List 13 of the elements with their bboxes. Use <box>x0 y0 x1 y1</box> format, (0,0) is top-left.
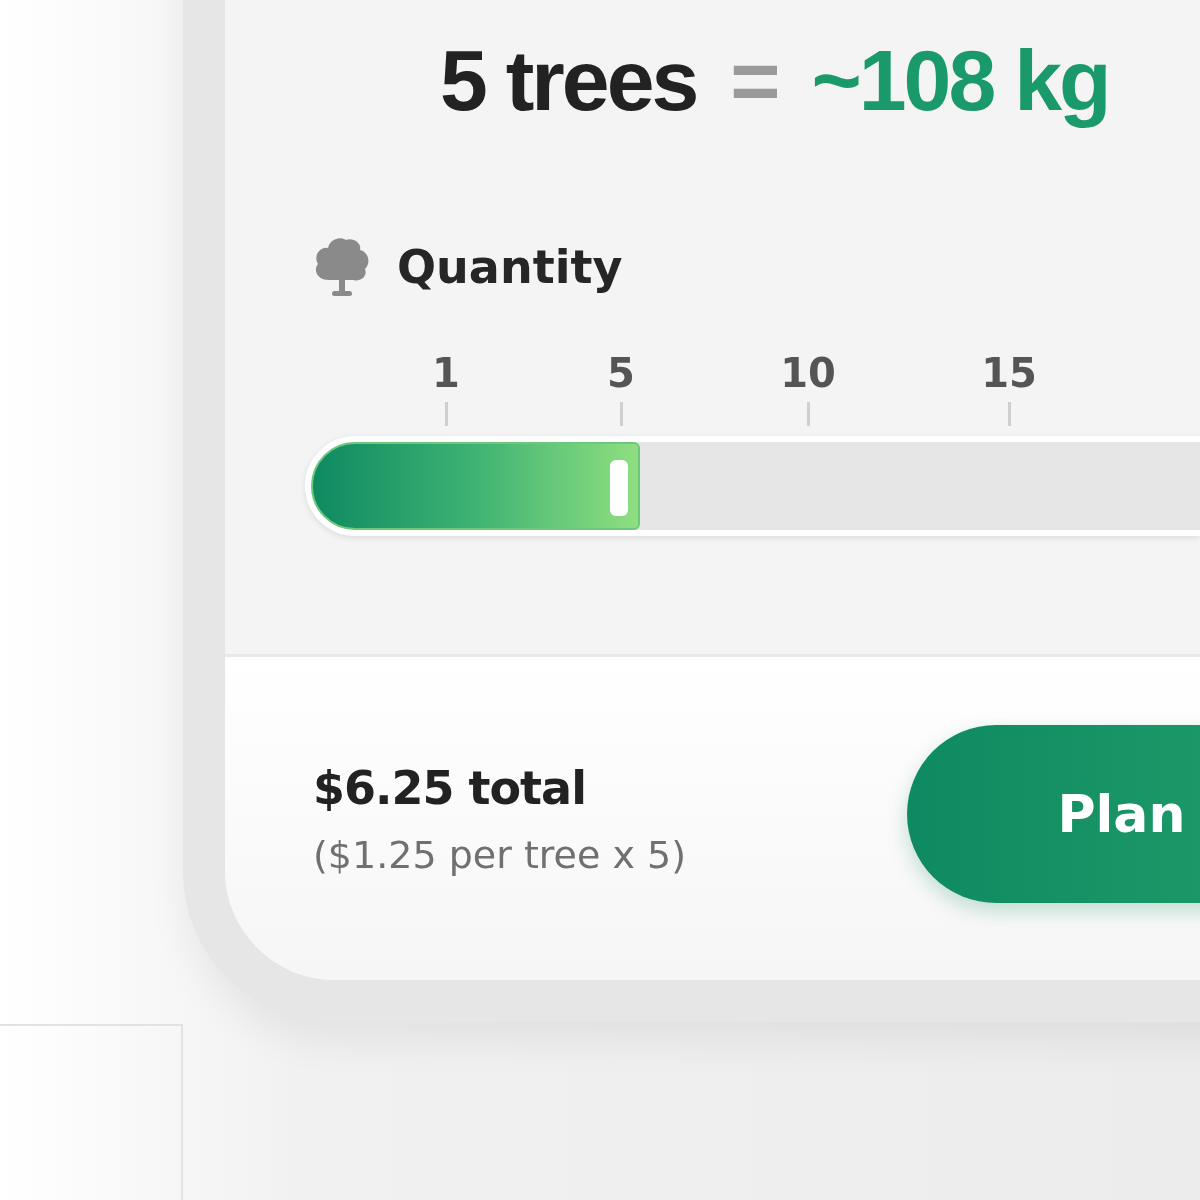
tick-label: 15 <box>981 349 1037 396</box>
tree-icon <box>313 235 371 298</box>
total-price: $6.25 total <box>313 760 587 815</box>
co2-amount: ~108 kg <box>811 31 1109 130</box>
quantity-label: Quantity <box>397 239 623 294</box>
price-breakdown: ($1.25 per tree x 5) <box>313 832 687 877</box>
tick-label: 1 <box>432 349 460 396</box>
tree-count: 5 trees <box>440 31 697 130</box>
tick-label: 5 <box>607 349 635 396</box>
slider-track[interactable] <box>305 435 1200 536</box>
equals-sign: = <box>730 31 778 130</box>
tick-label: 10 <box>780 349 836 396</box>
plant-button[interactable]: Plan <box>907 724 1200 903</box>
